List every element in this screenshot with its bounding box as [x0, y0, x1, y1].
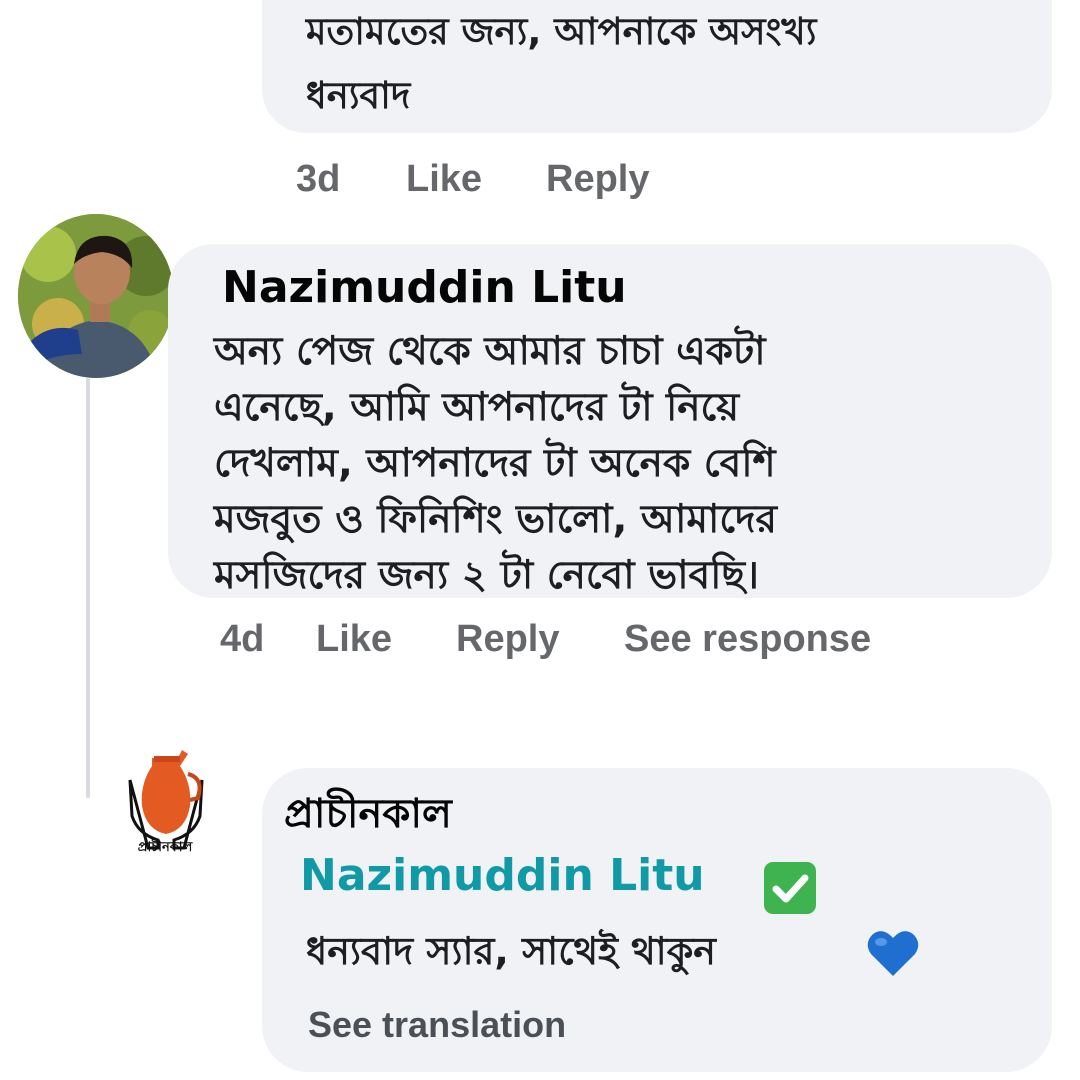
see-response-button[interactable]: See response	[624, 618, 871, 661]
comment-text-line: মসজিদের জন্য ২ টা নেবো ভাবছি।	[214, 553, 759, 598]
comment-text-line: অন্য পেজ থেকে আমার চাচা একটা	[214, 329, 766, 374]
previous-comment-bubble: মতামতের জন্য, আপনাকে অসংখ্য ধন্যবাদ	[262, 0, 1052, 133]
comment-timestamp: 4d	[220, 618, 265, 660]
reply-text: ধন্যবাদ স্যার, সাথেই থাকুন	[306, 929, 716, 973]
reply-button[interactable]: Reply	[456, 618, 559, 661]
blue-heart-icon	[866, 928, 920, 978]
comment-text-line: দেখলাম, আপনাদের টা অনেক বেশি	[214, 441, 776, 486]
reply-button[interactable]: Reply	[546, 158, 649, 201]
comment-timestamp: 3d	[296, 158, 341, 200]
mention-link[interactable]: Nazimuddin Litu	[300, 850, 705, 901]
avatar[interactable]	[18, 214, 174, 378]
reply-author[interactable]: প্রাচীনকাল	[284, 782, 452, 849]
previous-comment-text: মতামতের জন্য, আপনাকে অসংখ্য ধন্যবাদ	[306, 0, 816, 128]
like-button[interactable]: Like	[406, 158, 482, 201]
comment-author[interactable]: Nazimuddin Litu	[222, 262, 627, 313]
like-button[interactable]: Like	[316, 618, 392, 661]
thread-connector-line	[86, 378, 90, 798]
previous-comment-line: ধন্যবাদ	[306, 74, 411, 117]
comment-text-line: মজবুত ও ফিনিশিং ভালো, আমাদের	[214, 497, 777, 542]
check-mark-button-icon	[764, 862, 816, 914]
comment-text: অন্য পেজ থেকে আমার চাচা একটা এনেছে, আমি …	[214, 324, 1044, 604]
comment-text-line: এনেছে, আমি আপনাদের টা নিয়ে	[214, 385, 740, 430]
logo-caption: প্রাচীনকাল	[137, 840, 193, 855]
see-translation-link[interactable]: See translation	[308, 1004, 566, 1046]
previous-comment-line: মতামতের জন্য, আপনাকে অসংখ্য	[306, 10, 817, 53]
